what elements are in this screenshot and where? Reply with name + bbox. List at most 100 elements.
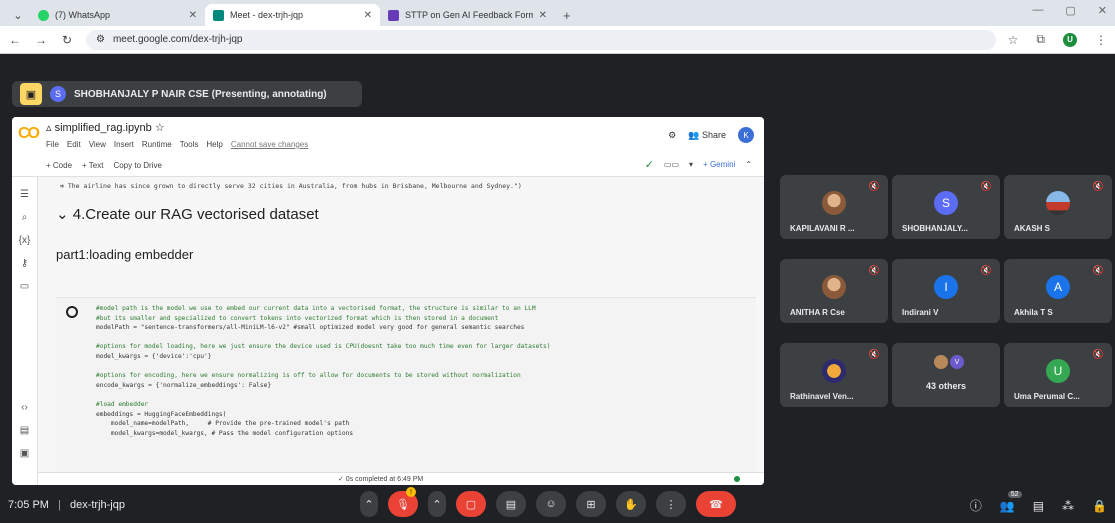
emoji-reaction-button[interactable]: ☺ <box>536 491 566 517</box>
meeting-info: 7:05 PM | dex-trjh-jqp <box>8 499 125 511</box>
participant-tile[interactable]: 🔇 I Indirani V <box>892 259 1000 323</box>
participant-avatar <box>822 191 846 215</box>
participant-avatar: S <box>934 191 958 215</box>
participant-avatar: A <box>1046 275 1070 299</box>
captions-button[interactable]: ▤ <box>496 491 526 517</box>
meeting-details-icon[interactable]: ⓘ <box>970 497 982 514</box>
bookmark-star-icon[interactable]: ☆ <box>1008 33 1019 47</box>
maximize-icon[interactable]: ▢ <box>1065 4 1075 17</box>
toc-icon[interactable]: ☰ <box>12 189 37 200</box>
secrets-key-icon[interactable]: ⚷ <box>12 258 37 269</box>
save-notice-link[interactable]: Cannot save changes <box>231 140 308 149</box>
close-tab-icon[interactable]: ✕ <box>189 10 197 21</box>
menu-runtime[interactable]: Runtime <box>142 140 172 149</box>
search-icon[interactable]: ⌕ <box>12 212 37 223</box>
menu-tools[interactable]: Tools <box>180 140 199 149</box>
activities-icon[interactable]: ⁂ <box>1062 499 1074 513</box>
code-snippets-icon[interactable]: ‹› <box>12 402 37 413</box>
video-options-icon[interactable]: ⌃ <box>428 491 446 517</box>
people-button[interactable]: 👥 52 <box>1000 490 1022 513</box>
participant-avatar <box>1046 191 1070 215</box>
notebook-title[interactable]: ▵ simplified_rag.ipynb ☆ <box>46 121 165 134</box>
connected-check-icon[interactable]: ✓ <box>645 158 654 171</box>
settings-gear-icon[interactable]: ⚙ <box>668 130 676 141</box>
colab-user-avatar[interactable]: K <box>738 127 754 143</box>
menu-insert[interactable]: Insert <box>114 140 134 149</box>
chevron-down-icon[interactable]: ⌄ <box>56 206 73 223</box>
code-line: embeddings = HuggingFaceEmbeddings( <box>96 410 227 418</box>
url-text: meet.google.com/dex-trjh-jqp <box>112 34 243 45</box>
participant-tile[interactable]: 🔇 KAPILAVANI R ... <box>780 175 888 239</box>
muted-mic-icon: 🔇 <box>1092 349 1104 359</box>
participant-tile[interactable]: 🔇 Rathinavel Ven... <box>780 343 888 407</box>
participant-name: Indirani V <box>902 308 939 317</box>
files-folder-icon[interactable]: ▭ <box>12 281 37 292</box>
participant-tile[interactable]: 🔇 AKASH S <box>1004 175 1112 239</box>
tab-meet[interactable]: Meet - dex-trjh-jqp ✕ <box>205 4 380 26</box>
participant-tile[interactable]: 🔇 ANITHA R Cse <box>780 259 888 323</box>
address-bar[interactable]: ⚙ meet.google.com/dex-trjh-jqp <box>86 29 996 50</box>
forward-icon[interactable]: → <box>34 33 48 47</box>
menu-file[interactable]: File <box>46 140 59 149</box>
minimize-icon[interactable]: — <box>1032 4 1043 17</box>
variables-icon[interactable]: {x} <box>12 235 37 246</box>
browser-tabstrip: ⌄ (7) WhatsApp ✕ Meet - dex-trjh-jqp ✕ S… <box>0 0 1115 26</box>
audio-options-icon[interactable]: ⌃ <box>360 491 378 517</box>
reload-icon[interactable]: ↻ <box>60 33 74 47</box>
collapse-icon[interactable]: ⌃ <box>745 160 752 169</box>
camera-off-button[interactable]: ▢ <box>456 491 486 517</box>
run-cell-icon[interactable] <box>66 306 78 318</box>
profile-avatar[interactable]: U <box>1063 32 1077 47</box>
add-text-button[interactable]: + Text <box>82 161 103 170</box>
add-code-button[interactable]: + Code <box>46 161 72 170</box>
code-cell[interactable]: #model path is the model we use to embed… <box>56 297 756 485</box>
tab-feedback-form[interactable]: STTP on Gen AI Feedback Form ✕ <box>380 4 555 26</box>
raise-hand-button[interactable]: ✋ <box>616 491 646 517</box>
share-button[interactable]: 👥 Share <box>688 130 726 141</box>
close-tab-icon[interactable]: ✕ <box>539 10 547 21</box>
meeting-time: 7:05 PM <box>8 499 49 511</box>
colab-header: CO ▵ simplified_rag.ipynb ☆ File Edit Vi… <box>12 117 764 155</box>
close-window-icon[interactable]: ✕ <box>1098 4 1107 17</box>
muted-mic-icon: 🔇 <box>1092 265 1104 275</box>
extensions-icon[interactable]: ⧉ <box>1036 32 1045 47</box>
ram-disk-meter[interactable]: ▭▭ <box>664 160 679 169</box>
close-tab-icon[interactable]: ✕ <box>364 10 372 21</box>
star-icon[interactable]: ☆ <box>155 122 165 134</box>
more-options-icon[interactable]: ⋮ <box>656 491 686 517</box>
participant-tile[interactable]: 🔇 U Uma Perumal C... <box>1004 343 1112 407</box>
participant-tile[interactable]: 🔇 S SHOBHANJALY... <box>892 175 1000 239</box>
tab-whatsapp[interactable]: (7) WhatsApp ✕ <box>30 4 205 26</box>
muted-mic-icon: 🔇 <box>868 265 880 275</box>
host-controls-lock-icon[interactable]: 🔒 <box>1092 499 1107 513</box>
participant-tile[interactable]: V 43 others <box>892 343 1000 407</box>
end-call-button[interactable]: ☎ <box>696 491 736 517</box>
command-palette-icon[interactable]: ▤ <box>12 425 37 436</box>
chat-icon[interactable]: ▤ <box>1033 499 1044 513</box>
menu-help[interactable]: Help <box>206 140 222 149</box>
tab-search-icon[interactable]: ⌄ <box>6 4 30 26</box>
menu-view[interactable]: View <box>89 140 106 149</box>
terminal-icon[interactable]: ▣ <box>12 448 37 459</box>
code-editor[interactable]: #model path is the model we use to embed… <box>96 304 550 438</box>
stop-presenting-icon[interactable]: ▣ <box>20 83 42 105</box>
new-tab-button[interactable]: + <box>555 4 579 26</box>
copy-to-drive-button[interactable]: Copy to Drive <box>113 161 161 170</box>
runtime-dropdown-icon[interactable]: ▾ <box>689 160 693 169</box>
code-line: #load embedder <box>96 400 149 408</box>
mic-off-button[interactable]: 🎙! <box>388 487 418 517</box>
gemini-button[interactable]: + Gemini <box>703 160 735 169</box>
section-heading: ⌄ 4.Create our RAG vectorised dataset <box>56 206 319 223</box>
whatsapp-icon <box>38 9 49 21</box>
browser-menu-icon[interactable]: ⋮ <box>1095 33 1107 47</box>
back-icon[interactable]: ← <box>8 33 22 47</box>
participant-tile[interactable]: 🔇 A Akhila T S <box>1004 259 1112 323</box>
code-line: #options for model loading, here we just… <box>96 343 551 351</box>
present-screen-button[interactable]: ⊞ <box>576 491 606 517</box>
site-info-icon[interactable]: ⚙ <box>96 34 105 45</box>
menu-edit[interactable]: Edit <box>67 140 81 149</box>
participant-avatar: U <box>1046 359 1070 383</box>
code-line: #options for encoding, here we ensure no… <box>96 372 521 380</box>
